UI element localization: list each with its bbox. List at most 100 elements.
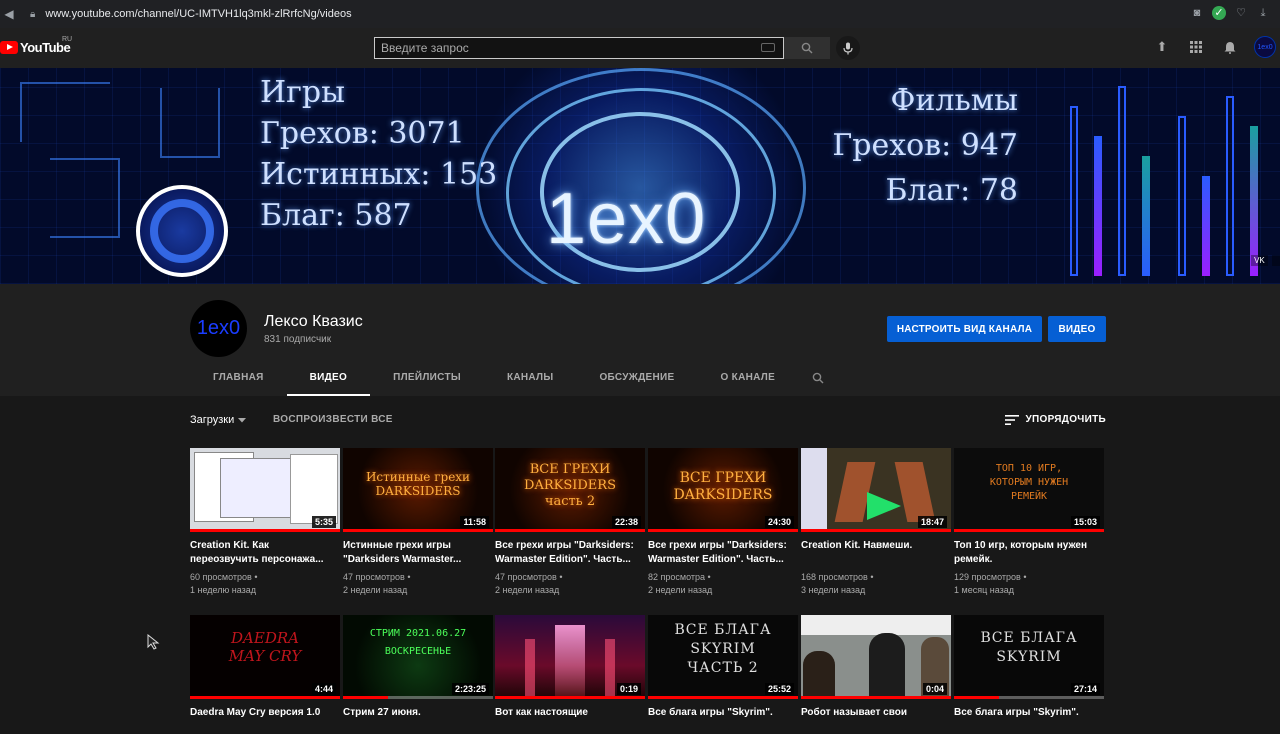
video-title[interactable]: Creation Kit. Навмеши. (801, 539, 951, 567)
upload-icon[interactable]: ⬆ (1152, 37, 1172, 57)
video-metadata: 82 просмотра • 2 недели назад (648, 571, 798, 597)
shield-icon[interactable]: ✓ (1212, 6, 1226, 20)
customize-channel-button[interactable]: НАСТРОИТЬ ВИД КАНАЛА (887, 316, 1042, 342)
video-card[interactable]: ВСЕ БЛАГА SKYRIM ЧАСТЬ 2 25:52 Все блага… (648, 615, 798, 734)
watch-progress (954, 529, 1104, 532)
video-metadata: 168 просмотров • 3 недели назад (801, 571, 951, 597)
video-title[interactable]: Все грехи игры "Darksiders: Warmaster Ed… (648, 539, 798, 567)
video-thumbnail[interactable]: 5:35 (190, 448, 340, 532)
mouse-cursor-icon (147, 634, 160, 650)
video-title[interactable]: Робот называет свои (801, 706, 951, 734)
video-title[interactable]: Все грехи игры "Darksiders: Warmaster Ed… (495, 539, 645, 567)
region-badge: RU (62, 36, 73, 43)
video-card[interactable]: DAEDRA MAY CRY 4:44 Daedra May Cry верси… (190, 615, 340, 734)
subscriber-count: 831 подписчик (264, 334, 332, 345)
equalizer-decoration (1060, 68, 1280, 284)
video-thumbnail[interactable]: Истинные грехи DARKSIDERS 11:58 (343, 448, 493, 532)
voice-search-button[interactable] (836, 36, 860, 60)
thumbnail-text: Истинные грехи DARKSIDERS (365, 470, 471, 498)
tab-channels[interactable]: КАНАЛЫ (484, 360, 577, 396)
video-thumbnail[interactable]: ВСЕ ГРЕХИ DARKSIDERS 24:30 (648, 448, 798, 532)
back-icon[interactable]: ◀ (0, 0, 18, 28)
search-input[interactable]: Введите запрос (374, 37, 784, 59)
play-all-button[interactable]: ВОСПРОИЗВЕСТИ ВСЕ (273, 414, 393, 425)
video-card[interactable]: ВСЕ БЛАГА SKYRIM 27:14 Все блага игры "S… (954, 615, 1104, 734)
video-thumbnail[interactable]: СТРИМ 2021.06.27 ВОСКРЕСЕНЬЕ 2:23:25 (343, 615, 493, 699)
video-thumbnail[interactable]: 18:47 (801, 448, 951, 532)
video-duration: 4:44 (311, 683, 336, 695)
notifications-bell-icon[interactable] (1220, 37, 1240, 57)
camera-icon[interactable]: ◙ (1190, 6, 1204, 20)
video-card[interactable]: ТОП 10 ИГР, КОТОРЫМ НУЖЕН РЕМЕЙК 15:03 Т… (954, 448, 1104, 597)
search-icon (812, 372, 824, 384)
channel-search-button[interactable] (798, 360, 838, 396)
video-card[interactable]: ВСЕ ГРЕХИ DARKSIDERS 24:30 Все грехи игр… (648, 448, 798, 597)
video-card[interactable]: СТРИМ 2021.06.27 ВОСКРЕСЕНЬЕ 2:23:25 Стр… (343, 615, 493, 734)
circuit-decoration (20, 82, 110, 142)
video-card[interactable]: 18:47 Creation Kit. Навмеши. 168 просмот… (801, 448, 951, 597)
heart-icon[interactable]: ♡ (1234, 6, 1248, 20)
video-title[interactable]: Стрим 27 июня. (343, 706, 493, 734)
social-link[interactable] (1271, 255, 1280, 266)
keyboard-icon[interactable] (761, 43, 775, 52)
watch-progress (343, 696, 388, 699)
thumbnail-text: ТОП 10 ИГР, КОТОРЫМ НУЖЕН РЕМЕЙК (989, 463, 1069, 502)
video-thumbnail[interactable]: 0:04 (801, 615, 951, 699)
sort-button[interactable]: УПОРЯДОЧИТЬ (1005, 414, 1106, 425)
video-duration: 11:58 (460, 516, 489, 528)
banner-social-links: VK (1251, 255, 1280, 266)
tab-about[interactable]: О КАНАЛЕ (698, 360, 799, 396)
youtube-masthead: YouTube RU Введите запрос ⬆ 1ex0 (0, 28, 1280, 68)
video-metadata: 129 просмотров • 1 месяц назад (954, 571, 1104, 597)
video-card[interactable]: ВСЕ ГРЕХИ DARKSIDERS часть 2 22:38 Все г… (495, 448, 645, 597)
video-duration: 0:19 (616, 683, 641, 695)
video-card[interactable]: 5:35 Creation Kit. Как переозвучить перс… (190, 448, 340, 597)
tab-playlists[interactable]: ПЛЕЙЛИСТЫ (370, 360, 484, 396)
bar (1226, 96, 1234, 276)
manage-videos-button[interactable]: ВИДЕО (1048, 316, 1106, 342)
bar (1202, 176, 1210, 276)
circuit-decoration (50, 158, 120, 238)
scene-person (869, 633, 905, 699)
video-card[interactable]: 0:04 Робот называет свои (801, 615, 951, 734)
bar (1250, 126, 1258, 276)
tab-home[interactable]: ГЛАВНАЯ (190, 360, 287, 396)
download-icon[interactable]: ⤓ (1256, 6, 1270, 20)
vk-link[interactable]: VK (1251, 255, 1268, 266)
banner-movies-stats: Фильмы Грехов: 947 Благ: 78 (832, 78, 1018, 213)
video-title[interactable]: Вот как настоящие (495, 706, 645, 734)
search-button[interactable] (784, 37, 830, 59)
video-thumbnail[interactable]: ВСЕ БЛАГА SKYRIM 27:14 (954, 615, 1104, 699)
address-text[interactable]: www.youtube.com/channel/UC-IMTVH1lq3mkl-… (45, 8, 351, 20)
bar (1070, 106, 1078, 276)
video-thumbnail[interactable]: DAEDRA MAY CRY 4:44 (190, 615, 340, 699)
video-card[interactable]: Истинные грехи DARKSIDERS 11:58 Истинные… (343, 448, 493, 597)
lock-icon: 🔒︎ (30, 8, 36, 20)
video-title[interactable]: Истинные грехи игры "Darksiders Warmaste… (343, 539, 493, 567)
video-title[interactable]: Creation Kit. Как переозвучить персонажа… (190, 539, 340, 567)
channel-avatar[interactable]: 1ex0 (190, 300, 247, 357)
video-thumbnail[interactable]: ВСЕ ГРЕХИ DARKSIDERS часть 2 22:38 (495, 448, 645, 532)
chevron-down-icon (238, 417, 247, 422)
video-views: 60 просмотров (190, 572, 252, 582)
account-avatar[interactable]: 1ex0 (1254, 36, 1276, 58)
tab-discussion[interactable]: ОБСУЖДЕНИЕ (576, 360, 697, 396)
video-title[interactable]: Daedra May Cry версия 1.0 (190, 706, 340, 734)
watch-progress (343, 529, 493, 532)
video-thumbnail[interactable]: ТОП 10 ИГР, КОТОРЫМ НУЖЕН РЕМЕЙК 15:03 (954, 448, 1104, 532)
video-thumbnail[interactable]: 0:19 (495, 615, 645, 699)
video-title[interactable]: Все блага игры "Skyrim". (954, 706, 1104, 734)
channel-banner: 1ex0 Игры Грехов: 3071 Истинных: 153 Бла… (0, 68, 1280, 284)
tab-videos[interactable]: ВИДЕО (286, 360, 371, 396)
extensions-area: ◙ ✓ ♡ ⤓ (1190, 6, 1270, 20)
video-card[interactable]: 0:19 Вот как настоящие (495, 615, 645, 734)
masthead-actions: ⬆ 1ex0 (1152, 36, 1280, 58)
uploads-dropdown[interactable]: Загрузки (190, 414, 247, 426)
sort-label: УПОРЯДОЧИТЬ (1025, 414, 1106, 425)
apps-grid-icon[interactable] (1186, 37, 1206, 57)
video-duration: 27:14 (1070, 683, 1100, 695)
video-thumbnail[interactable]: ВСЕ БЛАГА SKYRIM ЧАСТЬ 2 25:52 (648, 615, 798, 699)
video-title[interactable]: Топ 10 игр, которым нужен ремейк. (954, 539, 1104, 567)
youtube-logo[interactable]: YouTube RU (0, 36, 72, 55)
video-title[interactable]: Все блага игры "Skyrim". (648, 706, 798, 734)
